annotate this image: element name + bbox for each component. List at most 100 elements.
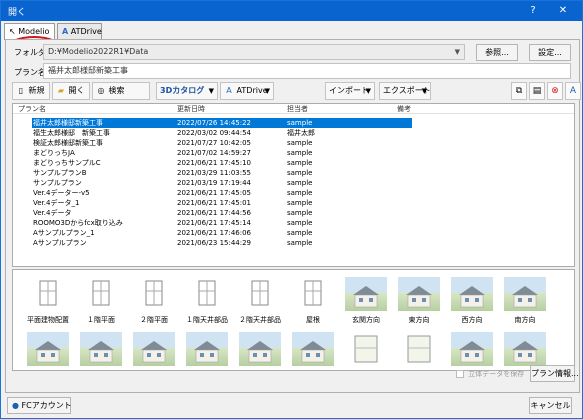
table-row[interactable]: サンプルプランB 2021/03/29 11:03:55 sample: [13, 168, 574, 178]
thumbnail-item[interactable]: １階天井部品: [186, 277, 228, 324]
fc-account-button[interactable]: ● FCアカウント: [7, 397, 72, 414]
house-exterior-image: [239, 332, 281, 366]
window-title: 開く: [8, 8, 27, 18]
atdrive-icon: A: [62, 27, 69, 36]
row-owner: sample: [287, 179, 313, 187]
house-exterior-image: [398, 277, 440, 311]
column-plan-name[interactable]: プラン名: [18, 104, 46, 114]
thumbnail-item[interactable]: [345, 332, 387, 366]
row-plan-name: 福井太郎様邸新築工事: [33, 119, 103, 127]
settings-button[interactable]: 設定...: [529, 44, 571, 61]
table-row[interactable]: Aサンプルプラン_1 2021/06/21 17:46:06 sample: [13, 228, 574, 238]
help-button[interactable]: ?: [518, 1, 548, 21]
floor-plan-image: [292, 277, 334, 311]
table-row[interactable]: 福井太郎様邸新築工事 2022/07/26 14:45:22 sample: [32, 118, 412, 128]
row-updated: 2022/07/26 14:45:22: [177, 119, 252, 127]
row-updated: 2021/07/02 14:59:27: [177, 149, 252, 157]
thumbnail-item[interactable]: [186, 332, 228, 366]
chevron-down-icon: ▼: [208, 87, 214, 95]
plan-name-field[interactable]: 福井太郎様邸新築工事: [43, 63, 571, 79]
table-row[interactable]: まどりっちサンプルC 2021/06/21 17:45:10 sample: [13, 158, 574, 168]
thumbnail-item[interactable]: 屋根: [292, 277, 334, 324]
table-row[interactable]: サンプルプラン 2021/03/19 17:19:44 sample: [13, 178, 574, 188]
floor-plan-image: [80, 277, 122, 311]
thumbnail-caption: 南方向: [514, 316, 536, 324]
atdrive-button[interactable]: A ATDrive ▼: [220, 82, 274, 100]
row-updated: 2021/06/21 17:46:06: [177, 229, 252, 237]
thumbnail-item[interactable]: 南方向: [504, 277, 546, 324]
bottom-bar: ● FCアカウント キャンセル: [1, 394, 582, 418]
column-updated[interactable]: 更新日時: [177, 104, 205, 114]
open-dialog: 開く ? ✕ ↖ Modelio A ATDrive フォルダ D:¥Model…: [0, 0, 583, 419]
row-plan-name: Aサンプルプラン: [33, 239, 87, 247]
thumbnail-item[interactable]: 西方向: [451, 277, 493, 324]
thumbnail-item[interactable]: [504, 332, 546, 366]
plan-info-button[interactable]: プラン情報...: [530, 365, 579, 382]
house-exterior-image: [292, 332, 334, 366]
house-exterior-image: [504, 277, 546, 311]
row-owner: sample: [287, 199, 313, 207]
copy-icon[interactable]: ⧉: [511, 82, 527, 100]
table-row[interactable]: Ver.4データ_1 2021/06/21 17:45:01 sample: [13, 198, 574, 208]
plan-name-value: 福井太郎様邸新築工事: [48, 66, 128, 75]
browse-button[interactable]: 参照...: [476, 44, 518, 61]
import-button[interactable]: インポート ▼: [325, 82, 375, 100]
3d-catalog-button[interactable]: 3Dカタログ ▼: [156, 82, 218, 100]
row-plan-name: サンプルプランB: [33, 169, 87, 177]
search-button[interactable]: ◎ 検索: [92, 82, 150, 100]
paste-icon[interactable]: ▤: [529, 82, 545, 100]
list-header: プラン名 更新日時 担当者 備考: [13, 104, 574, 114]
row-updated: 2021/03/19 17:19:44: [177, 179, 252, 187]
checkbox-icon: [456, 370, 464, 378]
thumbnail-item[interactable]: [80, 332, 122, 366]
thumbnail-item[interactable]: ２階天井部品: [239, 277, 281, 324]
row-owner: sample: [287, 139, 313, 147]
import-label: インポート: [329, 86, 369, 95]
folder-label: フォルダ: [14, 48, 46, 57]
chevron-down-icon: ▼: [454, 48, 460, 56]
plan-name-label: プラン名: [14, 68, 46, 77]
thumbnail-item[interactable]: [239, 332, 281, 366]
table-row[interactable]: 検証太郎様邸新築工事 2021/07/27 10:42:05 sample: [13, 138, 574, 148]
fc-account-label: FCアカウント: [21, 401, 72, 410]
open-button[interactable]: ▰ 開く: [52, 82, 90, 100]
row-plan-name: まどりっちサンプルC: [33, 159, 101, 167]
rename-icon[interactable]: A: [565, 82, 581, 100]
thumbnail-item[interactable]: 東方向: [398, 277, 440, 324]
delete-icon[interactable]: ⊗: [547, 82, 563, 100]
table-row[interactable]: 福生太郎様邸 新築工事 2022/03/02 09:44:54 福井太郎: [13, 128, 574, 138]
row-plan-name: Ver.4データ: [33, 209, 72, 217]
folder-field[interactable]: D:¥Modelio2022R1¥Data ▼: [43, 44, 465, 60]
table-row[interactable]: Aサンプルプラン 2021/06/23 15:44:29 sample: [13, 238, 574, 248]
thumbnail-item[interactable]: [133, 332, 175, 366]
column-note[interactable]: 備考: [397, 104, 411, 114]
thumbnail-item[interactable]: [398, 332, 440, 366]
thumbnail-item[interactable]: 玄関方向: [345, 277, 387, 324]
column-owner[interactable]: 担当者: [287, 104, 308, 114]
main-panel: フォルダ D:¥Modelio2022R1¥Data ▼ 参照... 設定...…: [5, 39, 581, 393]
floor-plan-image: [398, 332, 440, 366]
thumbnail-item[interactable]: ２階平面: [133, 277, 175, 324]
row-updated: 2021/06/21 17:45:05: [177, 189, 252, 197]
thumbnail-item[interactable]: [292, 332, 334, 366]
thumbnail-item[interactable]: １階平面: [80, 277, 122, 324]
table-row[interactable]: Ver.4データー-v5 2021/06/21 17:45:05 sample: [13, 188, 574, 198]
table-row[interactable]: ROOMO3Dからfcx取り込み 2021/06/21 17:45:14 sampl…: [13, 218, 574, 228]
row-owner: sample: [287, 149, 313, 157]
thumbnail-item[interactable]: [27, 332, 69, 366]
row-plan-name: まどりっちJA: [33, 149, 75, 157]
table-row[interactable]: まどりっちJA 2021/07/02 14:59:27 sample: [13, 148, 574, 158]
chevron-down-icon: ▼: [421, 87, 427, 95]
thumbnail-item[interactable]: [451, 332, 493, 366]
export-button[interactable]: エクスポート ▼: [379, 82, 431, 100]
row-updated: 2021/06/21 17:45:01: [177, 199, 252, 207]
thumbnail-item[interactable]: 平面建物配置: [27, 277, 69, 324]
new-button[interactable]: ▯ 新規: [12, 82, 50, 100]
row-updated: 2021/03/29 11:03:55: [177, 169, 252, 177]
tab-atdrive[interactable]: A ATDrive: [57, 23, 102, 39]
close-button[interactable]: ✕: [548, 1, 578, 21]
row-owner: sample: [287, 209, 313, 217]
save-3d-checkbox[interactable]: 立体データを保存: [456, 369, 524, 379]
cancel-button[interactable]: キャンセル: [529, 397, 572, 414]
table-row[interactable]: Ver.4データ 2021/06/21 17:44:56 sample: [13, 208, 574, 218]
